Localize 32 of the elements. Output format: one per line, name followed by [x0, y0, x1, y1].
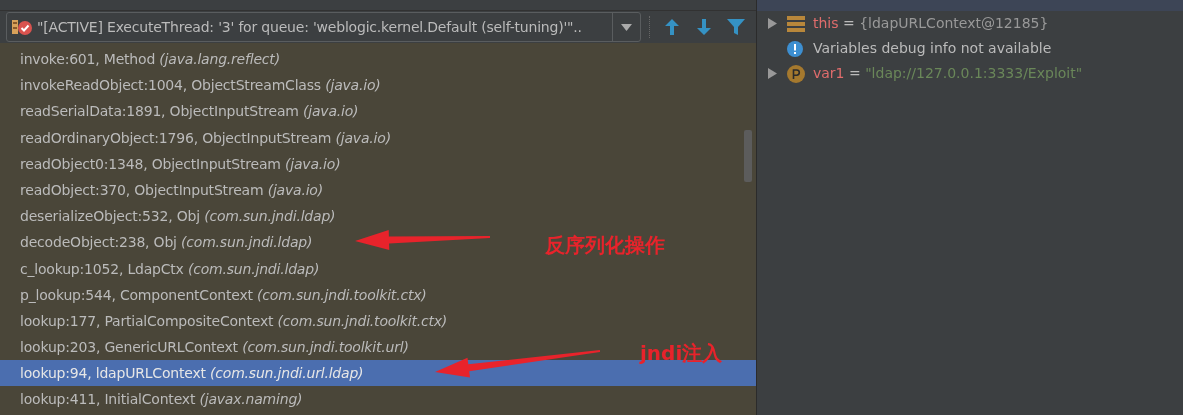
variable-entry[interactable]: var1 = "ldap://127.0.0.1:3333/Exploit" — [813, 63, 1083, 84]
stack-frame[interactable]: c_lookup:1052, LdapCtx (com.sun.jndi.ldap) — [20, 260, 320, 277]
stack-frame[interactable]: deserializeObject:532, Obj (com.sun.jndi.ldap) — [20, 208, 336, 225]
stack-frame[interactable]: readOrdinaryObject:1796, ObjectInputStream (java.io) — [20, 129, 391, 146]
stack-frame[interactable]: lookup:203, GenericURLContext (com.sun.jndi.toolkit.url) — [20, 339, 409, 356]
annotation-label: jndi注入 — [640, 340, 723, 367]
stack-frame[interactable]: readSerialData:1891, ObjectInputStream (java.io) — [20, 103, 359, 120]
variable-entry[interactable]: this = {ldapURLContext@12185} — [813, 13, 1049, 34]
stack-frame[interactable]: readObject:370, ObjectInputStream (java.io) — [20, 181, 323, 198]
stack-frame[interactable]: invokeReadObject:1004, ObjectStreamClass (java.io) — [20, 77, 381, 94]
arrow-up-icon — [665, 19, 679, 35]
info-message: Variables debug info not available — [813, 39, 1052, 58]
stack-frame[interactable]: p_lookup:544, ComponentContext (com.sun.jndi.toolkit.ctx) — [20, 286, 427, 303]
stack-frame[interactable]: readObject0:1348, ObjectInputStream (java.io) — [20, 155, 341, 172]
thread-dropdown[interactable]: "[ACTIVE] ExecuteThread: '3' for queue: 'weblogic.kernel.Default (self-tuning)'".. — [6, 12, 641, 42]
thread-name: "[ACTIVE] ExecuteThread: '3' for queue: 'weblogic.kernel.Default (self-tuning)'".. — [36, 17, 583, 37]
expand-arrow-icon[interactable] — [767, 18, 777, 29]
stack-frame[interactable]: lookup:177, PartialCompositeContext (com.sun.jndi.toolkit.ctx) — [20, 312, 448, 329]
annotation-label: 反序列化操作 — [545, 232, 665, 259]
info-icon — [787, 40, 803, 57]
thread-icon — [11, 18, 33, 36]
fields-icon — [787, 15, 805, 32]
stack-frame[interactable]: invoke:601, Method (java.lang.reflect) — [20, 51, 280, 67]
filter-icon — [727, 19, 745, 35]
stack-frame[interactable]: lookup:411, InitialContext (javax.naming) — [20, 391, 303, 408]
dropdown-caret-icon — [621, 23, 632, 31]
stack-frame[interactable]: decodeObject:238, Obj (com.sun.jndi.ldap) — [20, 234, 313, 251]
expand-arrow-icon[interactable] — [767, 68, 777, 79]
arrow-down-icon — [697, 19, 711, 35]
stack-frame[interactable]: lookup:94, ldapURLContext (com.sun.jndi.url.ldap) — [20, 365, 364, 382]
scrollbar-thumb[interactable] — [744, 130, 752, 182]
parameter-icon — [787, 64, 805, 83]
